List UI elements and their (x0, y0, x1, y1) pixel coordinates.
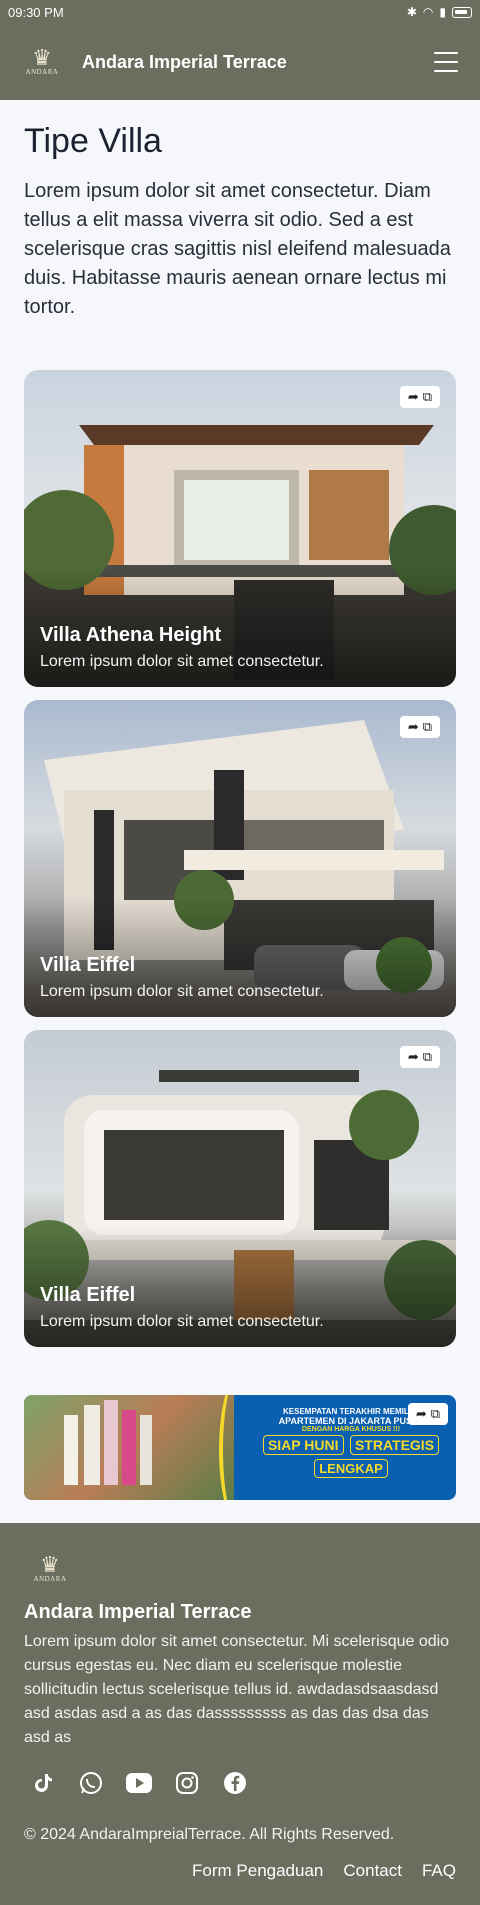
signal-icon: ▮ (439, 5, 446, 19)
banner-pill: STRATEGIS (349, 1435, 440, 1455)
banner-pill: SIAP HUNI (262, 1435, 344, 1455)
share-badge[interactable]: ➦ ⧉ (400, 716, 440, 738)
footer: ♛ ANDARA Andara Imperial Terrace Lorem i… (0, 1523, 480, 1905)
status-time: 09:30 PM (8, 4, 64, 20)
main-content: Tipe Villa Lorem ipsum dolor sit amet co… (0, 100, 480, 322)
brand-logo[interactable]: ♛ ANDARA (22, 44, 62, 80)
villa-name: Villa Athena Height (40, 624, 222, 646)
footer-link-form-pengaduan[interactable]: Form Pengaduan (192, 1861, 323, 1881)
villa-name: Villa Eiffel (40, 1284, 136, 1306)
instagram-icon[interactable] (174, 1770, 200, 1796)
app-bar: ♛ ANDARA Andara Imperial Terrace (0, 24, 480, 100)
promo-banner[interactable]: KESEMPATAN TERAKHIR MEMILIKI APARTEMEN D… (24, 1395, 456, 1500)
copyright: © 2024 AndaraImpreialTerrace. All Rights… (24, 1826, 395, 1843)
footer-link-contact[interactable]: Contact (343, 1861, 402, 1881)
gallery-icon: ⧉ (422, 389, 433, 404)
status-icons: ✱ ◠ ▮ (407, 5, 472, 19)
footer-links: Form Pengaduan Contact FAQ (192, 1861, 456, 1881)
villa-name: Villa Eiffel (40, 954, 136, 976)
banner-photo (24, 1395, 234, 1500)
battery-icon (452, 6, 472, 18)
share-icon: ➦ (407, 719, 419, 734)
villa-card[interactable]: ➦ ⧉ Villa Eiffel Lorem ipsum dolor sit a… (24, 700, 456, 1017)
villa-card[interactable]: ➦ ⧉ Villa Athena Height Lorem ipsum dolo… (24, 370, 456, 687)
social-links (30, 1770, 248, 1796)
facebook-icon[interactable] (222, 1770, 248, 1796)
share-icon: ➦ (415, 1406, 427, 1421)
gallery-icon: ⧉ (422, 719, 433, 734)
footer-logo[interactable]: ♛ ANDARA (30, 1552, 70, 1589)
share-badge[interactable]: ➦ ⧉ (400, 386, 440, 408)
page-intro: Lorem ipsum dolor sit amet consectetur. … (24, 180, 451, 318)
villa-description: Lorem ipsum dolor sit amet consectetur. (40, 653, 324, 670)
share-badge[interactable]: ➦ ⧉ (400, 1046, 440, 1068)
gallery-icon: ⧉ (430, 1406, 441, 1421)
villa-card[interactable]: ➦ ⧉ Villa Eiffel Lorem ipsum dolor sit a… (24, 1030, 456, 1347)
crown-icon: ♛ (40, 1552, 60, 1577)
banner-pill: LENGKAP (314, 1459, 388, 1478)
youtube-icon[interactable] (126, 1770, 152, 1796)
footer-description: Lorem ipsum dolor sit amet consectetur. … (24, 1633, 450, 1746)
footer-link-faq[interactable]: FAQ (422, 1861, 456, 1881)
logo-text: ANDARA (33, 1575, 67, 1583)
share-badge[interactable]: ➦ ⧉ (408, 1403, 448, 1425)
whatsapp-icon[interactable] (78, 1770, 104, 1796)
bluetooth-icon: ✱ (406, 5, 417, 19)
logo-text: ANDARA (25, 68, 59, 76)
footer-title: Andara Imperial Terrace (24, 1601, 252, 1623)
wifi-icon: ◠ (422, 5, 434, 19)
status-bar: 09:30 PM ✱ ◠ ▮ (0, 0, 480, 24)
hamburger-menu-icon[interactable] (434, 52, 458, 72)
crown-icon: ♛ (32, 45, 52, 70)
share-icon: ➦ (407, 1049, 419, 1064)
app-title: Andara Imperial Terrace (82, 51, 287, 72)
page-title: Tipe Villa (24, 122, 162, 160)
villa-description: Lorem ipsum dolor sit amet consectetur. (40, 983, 324, 1000)
gallery-icon: ⧉ (422, 1049, 433, 1064)
share-icon: ➦ (407, 389, 419, 404)
tiktok-icon[interactable] (30, 1770, 56, 1796)
villa-description: Lorem ipsum dolor sit amet consectetur. (40, 1313, 324, 1330)
